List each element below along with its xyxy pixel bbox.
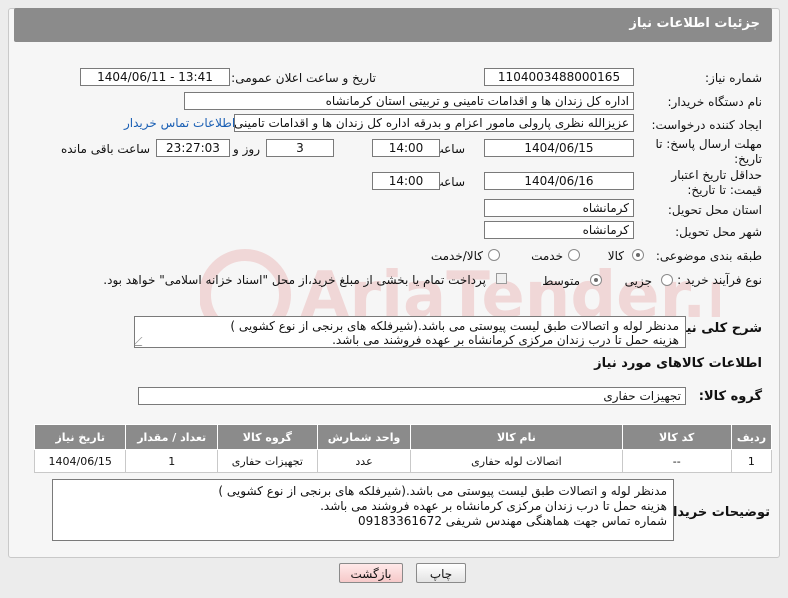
city-field: کرمانشاه [484,221,634,239]
buyer-notes-label: توضیحات خریدار: [660,505,770,520]
back-button[interactable]: بازگشت [339,563,403,583]
cell-date: 1404/06/15 [33,449,127,473]
buyer-notes-line-2: هزینه حمل تا درب زندان مرکزی کرمانشاه بر… [320,499,667,513]
description-line-1: مدنظر لوله و اتصالات طبق لیست پیوستی می … [230,319,679,333]
cell-row: 1 [730,449,773,473]
process-radio-partial[interactable] [661,274,673,286]
col-group: گروه کالا [216,424,318,450]
panel-header: جزئیات اطلاعات نیاز [14,8,772,42]
buyer-notes-line-1: مدنظر لوله و اتصالات طبق لیست پیوستی می … [218,484,667,498]
category-label: طبقه بندی موضوعی: [655,249,762,263]
buyer-notes-line-3: شماره تماس جهت هماهنگی مهندس شریفی 09183… [357,514,667,528]
price-deadline-label: حداقل تاریخ اعتبار قیمت: تا تاریخ: [671,168,762,197]
category-radio-service[interactable] [568,249,580,261]
process-option-partial: جزیی [624,274,652,288]
col-row: ردیف [730,424,773,450]
treasury-note: پرداخت تمام یا بخشی از مبلغ خرید،از محل … [103,273,486,287]
price-time-field: 14:00 [372,172,440,190]
goods-group-field: تجهیزات حفاری [138,387,686,405]
reply-date-field: 1404/06/15 [484,139,634,157]
panel-title: جزئیات اطلاعات نیاز [629,16,760,31]
remaining-label: ساعت باقی مانده [60,142,150,156]
cell-code: -- [621,449,732,473]
table-row: 1 -- اتصالات لوله حفاری عدد تجهیزات حفار… [33,449,773,473]
process-label: نوع فرآیند خرید : [677,273,762,287]
category-option-goods: کالا [607,249,624,263]
goods-section-title: اطلاعات کالاهای مورد نیاز [594,356,762,371]
category-option-goods-service: کالا/خدمت [430,249,483,263]
category-radio-goods[interactable] [632,249,644,261]
treasury-checkbox[interactable] [496,273,507,284]
category-option-service: خدمت [531,249,563,263]
print-button[interactable]: چاپ [416,563,466,583]
buyer-contact-link[interactable]: اطلاعات تماس خریدار [124,116,235,130]
days-label: روز و [233,142,260,156]
buyer-org-label: نام دستگاه خریدار: [667,95,763,109]
description-textarea[interactable]: مدنظر لوله و اتصالات طبق لیست پیوستی می … [134,316,686,348]
col-name: نام کالا [410,424,623,450]
days-field: 3 [266,139,334,157]
reply-time-field: 14:00 [372,139,440,157]
process-radio-medium[interactable] [590,274,602,286]
col-code: کد کالا [621,424,732,450]
need-number-field: 1104003488000165 [484,68,634,86]
col-qty: تعداد / مقدار [125,424,218,450]
need-number-label: شماره نیاز: [705,71,762,85]
buyer-notes-textarea[interactable]: مدنظر لوله و اتصالات طبق لیست پیوستی می … [52,479,674,541]
description-line-2: هزینه حمل تا درب زندان مرکزی کرمانشاه بر… [332,333,679,347]
announce-field: 1404/06/11 - 13:41 [80,68,230,86]
cell-unit: عدد [316,449,412,473]
goods-table: ردیف کد کالا نام کالا واحد شمارش گروه کا… [33,424,773,473]
col-date: تاریخ نیاز [33,424,127,450]
remaining-time-field: 23:27:03 [156,139,230,157]
announce-label: تاریخ و ساعت اعلان عمومی: [231,71,376,85]
cell-name: اتصالات لوله حفاری [410,449,623,473]
requester-label: ایجاد کننده درخواست: [651,118,762,132]
process-option-medium: متوسط [542,274,580,288]
province-field: کرمانشاه [484,199,634,217]
cell-qty: 1 [125,449,218,473]
goods-table-header: ردیف کد کالا نام کالا واحد شمارش گروه کا… [33,424,773,450]
requester-field: عزیزالله نظری پارولی مامور اعزام و بدرقه… [234,114,634,132]
cell-group: تجهیزات حفاری [216,449,318,473]
goods-group-label: گروه کالا: [698,389,762,404]
price-date-field: 1404/06/16 [484,172,634,190]
city-label: شهر محل تحویل: [675,225,762,239]
category-radio-goods-service[interactable] [488,249,500,261]
reply-deadline-label: مهلت ارسال پاسخ: تا تاریخ: [655,137,762,166]
buyer-org-field: اداره کل زندان ها و اقدامات تامینی و ترب… [184,92,634,110]
col-unit: واحد شمارش [316,424,412,450]
province-label: استان محل تحویل: [667,203,762,217]
